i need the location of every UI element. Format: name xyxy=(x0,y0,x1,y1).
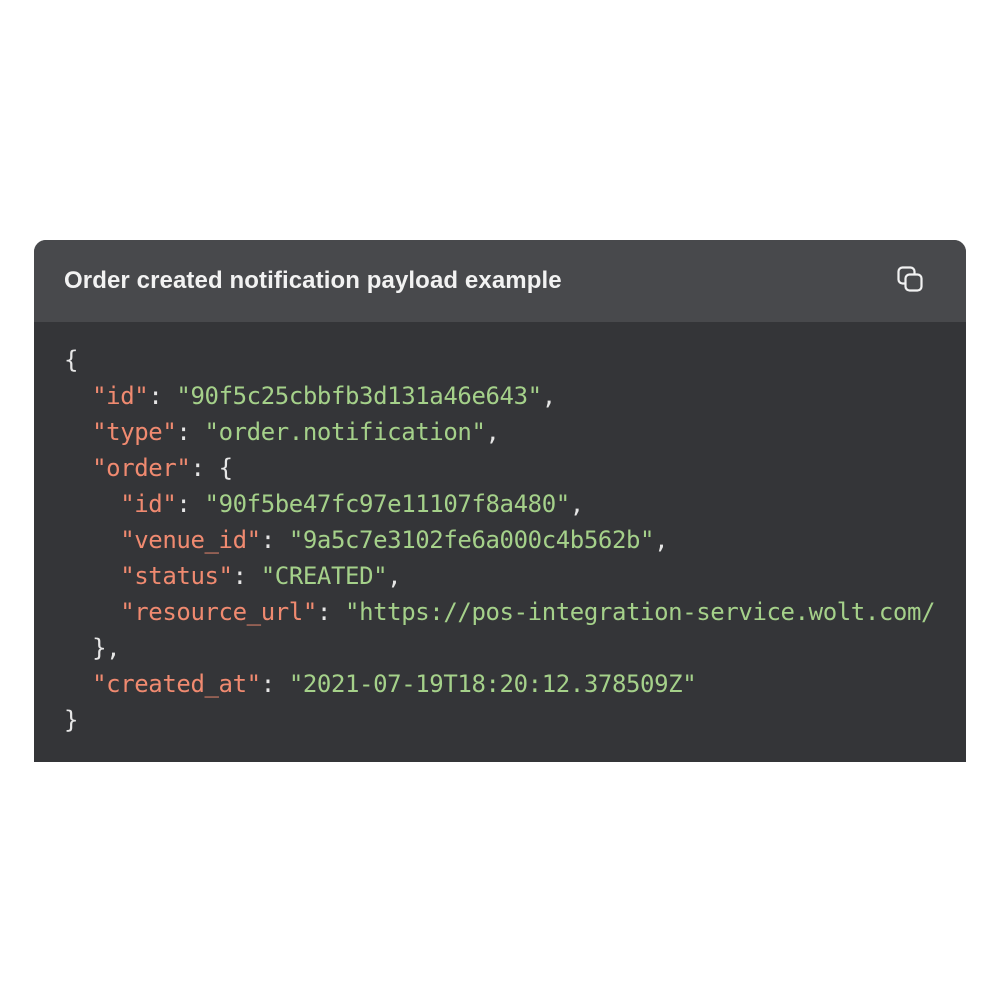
json-string-value: "90f5be47fc97e11107f8a480" xyxy=(204,490,571,518)
json-string-value: "90f5c25cbbfb3d131a46e643" xyxy=(176,382,542,410)
json-string-value: "2021-07-19T18:20:12.378509Z" xyxy=(288,670,697,698)
json-key: "id" xyxy=(120,490,177,518)
code-line: "order": { xyxy=(92,454,233,482)
json-key: "created_at" xyxy=(92,670,261,698)
code-line: "venue_id": "9a5c7e3102fe6a000c4b562b", xyxy=(120,526,669,554)
json-key: "status" xyxy=(120,562,233,590)
code-line: "id": "90f5c25cbbfb3d131a46e643", xyxy=(92,382,556,410)
code-line: { xyxy=(64,346,79,374)
code-line: "type": "order.notification", xyxy=(92,418,500,446)
json-key: "order" xyxy=(92,454,191,482)
json-key: "type" xyxy=(92,418,177,446)
json-string-value: "9a5c7e3102fe6a000c4b562b" xyxy=(288,526,655,554)
code-line: }, xyxy=(92,634,121,662)
code-line: "status": "CREATED", xyxy=(120,562,402,590)
json-string-value: "order.notification" xyxy=(204,418,486,446)
code-block-card: Order created notification payload examp… xyxy=(34,240,966,762)
json-string-value: "https://pos-integration-service.wolt.co… xyxy=(345,598,936,626)
json-key: "venue_id" xyxy=(120,526,261,554)
json-code: { "id": "90f5c25cbbfb3d131a46e643", "typ… xyxy=(64,342,966,738)
copy-button[interactable] xyxy=(894,265,926,297)
json-key: "resource_url" xyxy=(120,598,317,626)
code-line: "id": "90f5be47fc97e11107f8a480", xyxy=(120,490,584,518)
json-key: "id" xyxy=(92,382,149,410)
code-block-title: Order created notification payload examp… xyxy=(64,267,562,294)
code-line: "created_at": "2021-07-19T18:20:12.37850… xyxy=(92,670,697,698)
copy-icon xyxy=(896,265,924,298)
code-line: "resource_url": "https://pos-integration… xyxy=(120,598,936,626)
code-block-header: Order created notification payload examp… xyxy=(34,240,966,322)
code-line: } xyxy=(64,706,79,734)
json-string-value: "CREATED" xyxy=(260,562,388,590)
code-body: { "id": "90f5c25cbbfb3d131a46e643", "typ… xyxy=(34,322,966,762)
